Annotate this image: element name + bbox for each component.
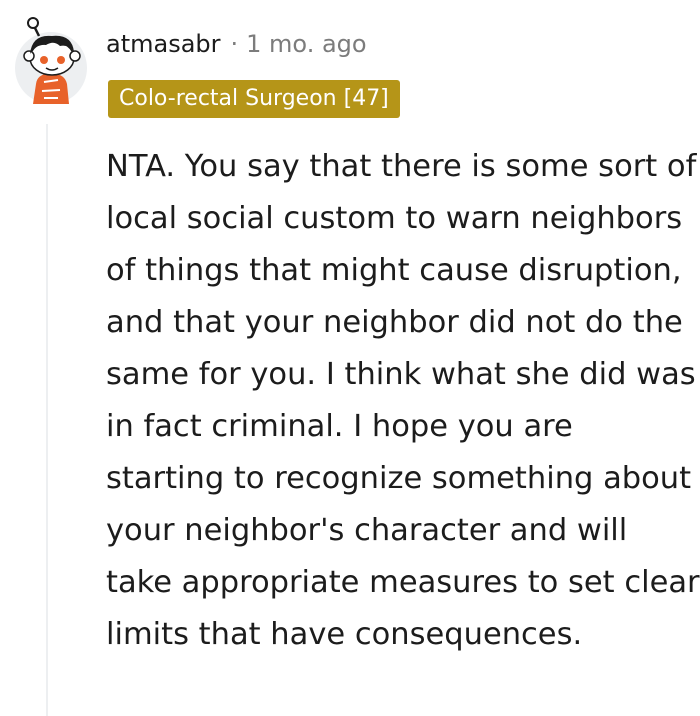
user-flair-badge: Colo-rectal Surgeon [47] (108, 80, 400, 118)
comment-body: NTA. You say that there is some sort of … (106, 149, 700, 652)
timestamp[interactable]: 1 mo. ago (246, 30, 366, 58)
meta-separator: · (230, 30, 239, 58)
comment-meta: atmasabr · 1 mo. ago (106, 26, 367, 62)
snoo-avatar-icon[interactable] (14, 14, 92, 106)
username-link[interactable]: atmasabr (106, 30, 221, 58)
thread-collapse-line[interactable] (46, 124, 48, 716)
